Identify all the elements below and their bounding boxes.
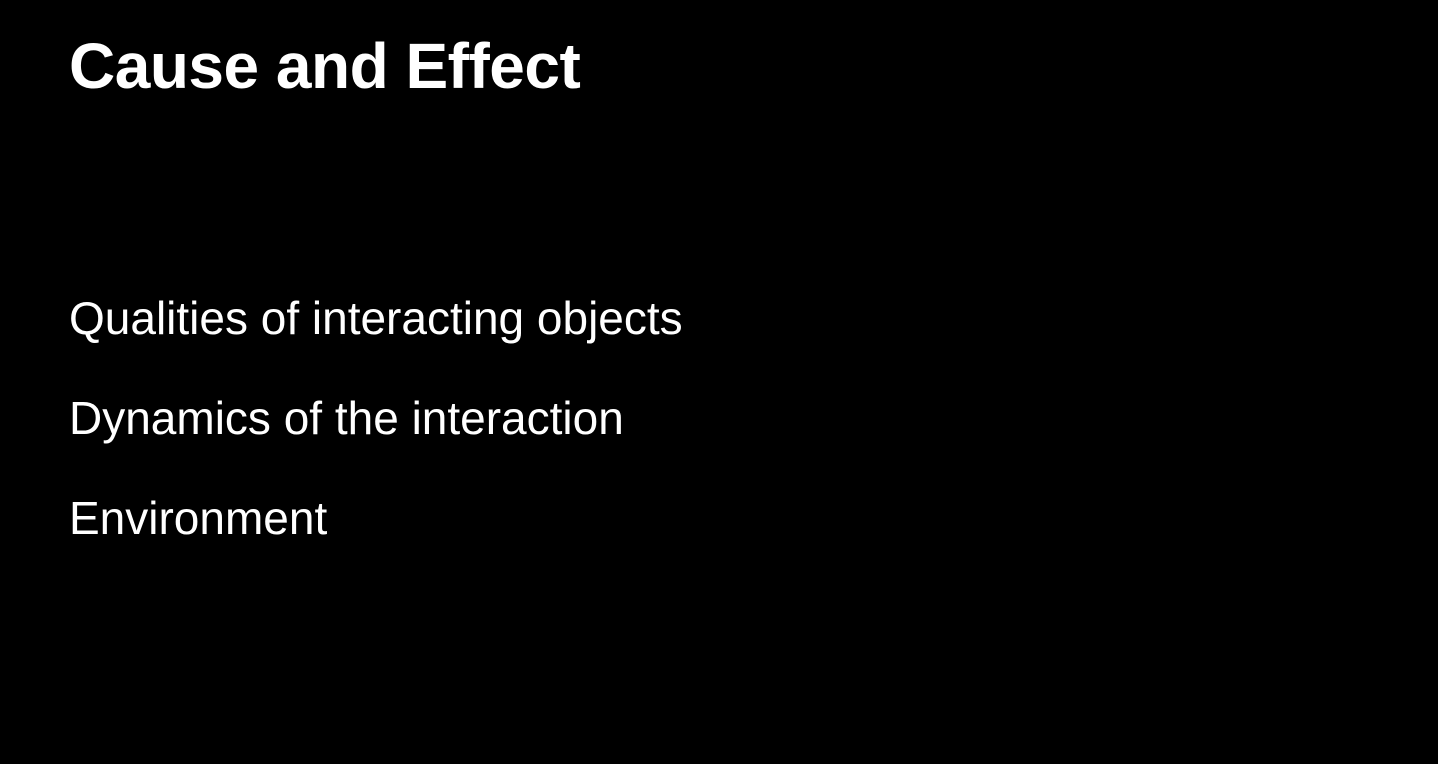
bullet-list: Qualities of interacting objects Dynamic… [69,288,683,588]
bullet-item-environment: Environment [69,492,328,544]
bullet-item-qualities: Qualities of interacting objects [69,292,683,344]
slide: Cause and Effect Qualities of interactin… [0,0,1438,764]
slide-title: Cause and Effect [69,30,581,102]
bullet-item-dynamics: Dynamics of the interaction [69,392,624,444]
